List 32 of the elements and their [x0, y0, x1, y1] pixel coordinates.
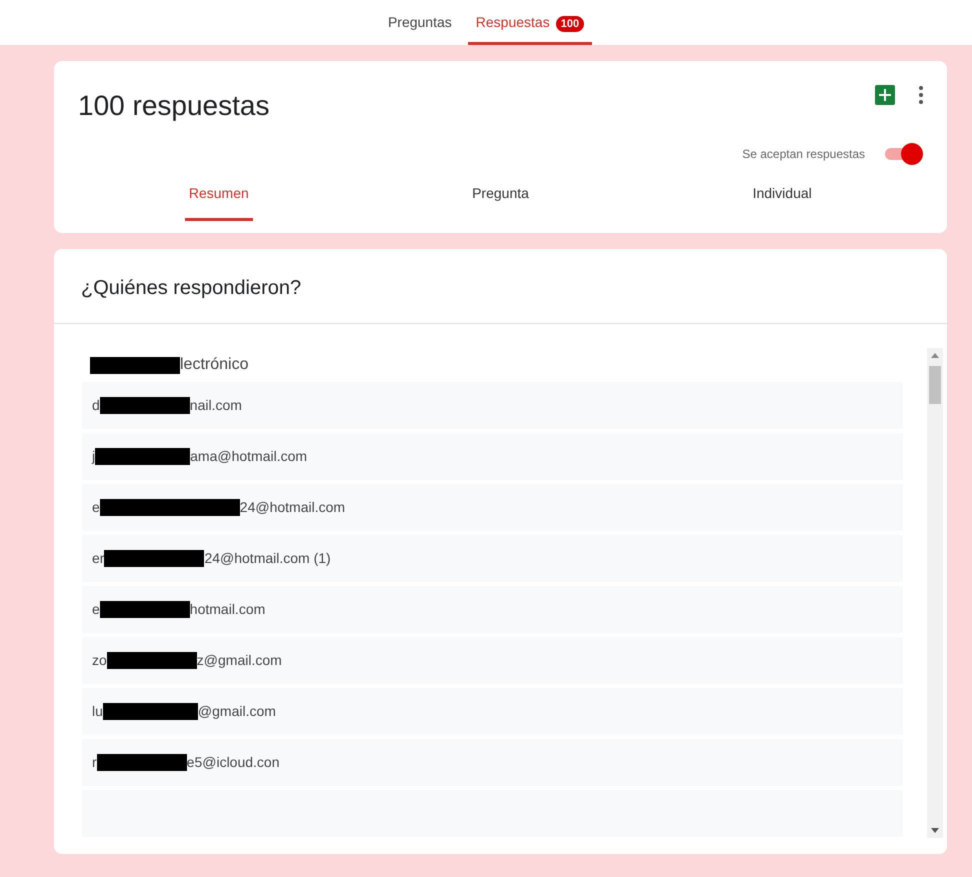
email-text: d [92, 396, 100, 415]
view-tab[interactable]: Pregunta [360, 173, 642, 233]
count-badge: 100 [556, 16, 584, 32]
section-title: ¿Quiénes respondieron? [54, 249, 947, 324]
responses-title: 100 respuestas [78, 89, 270, 123]
email-text: 24@hotmail.com (1) [204, 549, 331, 568]
email-text: zo [92, 651, 107, 670]
view-tab[interactable]: Resumen [78, 173, 360, 233]
email-text: r [92, 753, 97, 772]
scrollbar[interactable] [927, 348, 943, 838]
email-text: e [92, 600, 100, 619]
scroll-thumb[interactable] [929, 366, 941, 404]
accepting-label: Se aceptan respuestas [742, 146, 865, 163]
email-text: nail.com [190, 396, 242, 415]
email-text: @gmail.com [198, 702, 276, 721]
scroll-up-icon[interactable] [931, 353, 939, 358]
column-header: lectrónico [180, 355, 248, 375]
spreadsheet-icon[interactable] [875, 85, 895, 105]
email-text: 24@hotmail.com [240, 498, 346, 517]
email-text: e [92, 498, 100, 517]
tab[interactable]: Respuestas 100 [468, 0, 592, 45]
email-text: e5@icloud.con [186, 753, 280, 772]
view-tab[interactable]: Individual [641, 173, 924, 233]
email-text: j [92, 447, 96, 466]
more-icon[interactable] [919, 86, 923, 104]
tab[interactable]: Preguntas [380, 0, 460, 45]
email-text: er [92, 549, 104, 568]
scroll-down-icon[interactable] [931, 828, 939, 833]
email-text: ama@hotmail.com [190, 447, 308, 466]
email-text: hotmail.com [190, 600, 266, 619]
email-text: z@gmail.com [196, 651, 282, 670]
email-text: lu [92, 702, 103, 721]
